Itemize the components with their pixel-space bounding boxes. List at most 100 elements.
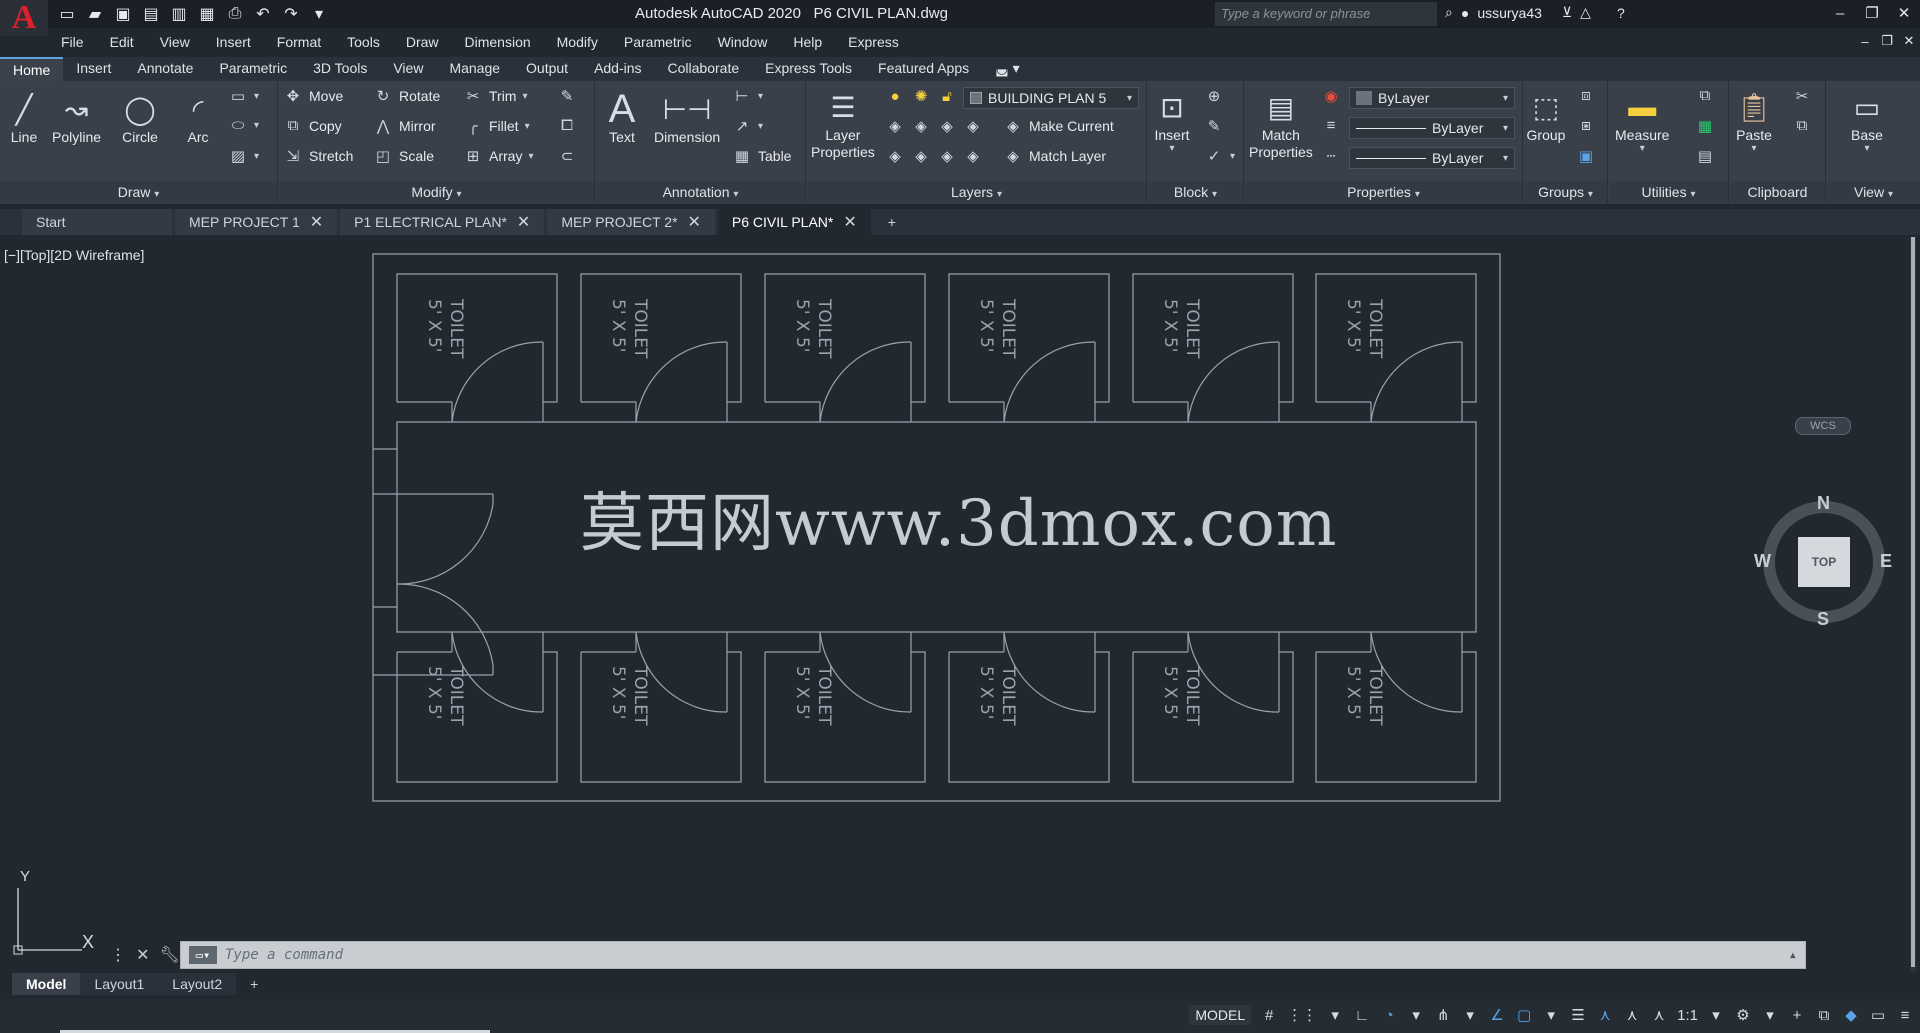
help-icon[interactable]: ? — [1617, 5, 1625, 21]
measure-button[interactable]: ▬ Measure ▾ — [1615, 87, 1669, 154]
polyline-button[interactable]: ↝ Polyline — [52, 89, 101, 146]
mirror-button[interactable]: ⋀ Mirror — [373, 117, 436, 135]
menu-draw[interactable]: Draw — [393, 34, 452, 50]
undo-icon[interactable]: ↶ — [252, 3, 274, 25]
tab-layout2[interactable]: Layout2 — [158, 973, 237, 995]
base-view-button[interactable]: ▭ Base ▾ — [1847, 87, 1887, 155]
model-space-toggle[interactable]: MODEL — [1189, 1005, 1252, 1025]
layer-dropdown[interactable]: BUILDING PLAN 5 ▾ — [963, 87, 1139, 109]
open-folder-icon[interactable]: ▰ — [84, 3, 106, 25]
properties-panel-title[interactable]: Properties ▾ — [1245, 181, 1522, 203]
menu-parametric[interactable]: Parametric — [611, 34, 705, 50]
tab-manage[interactable]: Manage — [436, 57, 513, 81]
polar-menu-caret-icon[interactable]: ▾ — [1407, 1002, 1425, 1028]
lineweight-toggle-icon[interactable]: ☰ — [1569, 1002, 1587, 1028]
annotation-scale-icon[interactable]: ⋏ — [1650, 1002, 1668, 1028]
annotation-visibility-icon[interactable]: ⋏ — [1596, 1002, 1614, 1028]
scroll-thumb[interactable] — [1911, 237, 1915, 967]
sun-icon[interactable]: ✺ — [911, 87, 931, 105]
close-tab-icon[interactable]: ✕ — [843, 212, 856, 232]
isolate-objects-icon[interactable]: ⧉ — [1815, 1002, 1833, 1028]
edit-attributes-button[interactable]: ✓ ▾ — [1204, 147, 1235, 165]
tab-mep-project-2[interactable]: MEP PROJECT 2* ✕ — [547, 209, 715, 235]
rotate-button[interactable]: ↻ Rotate — [373, 87, 441, 105]
block-panel-title[interactable]: Block ▾ — [1148, 181, 1243, 203]
object-snap-tracking-icon[interactable]: ∠ — [1488, 1002, 1506, 1028]
tab-view[interactable]: View — [380, 57, 436, 81]
tab-p6-civil-plan[interactable]: P6 CIVIL PLAN* ✕ — [717, 209, 871, 235]
viewcube[interactable]: N S E W TOP — [1754, 493, 1892, 629]
make-current-button[interactable]: ◈ Make Current — [1003, 117, 1114, 135]
lightbulb-icon[interactable]: ● — [885, 88, 905, 105]
command-input[interactable]: ▭▾ Type a command ▴ — [180, 941, 1806, 969]
table-button[interactable]: ▦ Table — [732, 147, 792, 165]
vertical-scrollbar[interactable] — [1910, 237, 1916, 972]
cart-icon[interactable]: ⊻ — [1562, 4, 1572, 21]
groups-panel-title[interactable]: Groups ▾ — [1524, 181, 1607, 203]
stretch-button[interactable]: ⇲ Stretch — [283, 147, 354, 165]
select-all-button[interactable]: ▦ — [1695, 117, 1715, 135]
save-as-icon[interactable]: ▤ — [140, 3, 162, 25]
restore-icon[interactable]: ❐ — [1856, 0, 1888, 26]
drawing-canvas[interactable]: [−][Top][2D Wireframe] TOILET 5' X 5' TOIL… — [0, 237, 1920, 972]
copy-button[interactable]: ⧉ Copy — [283, 117, 342, 134]
dimension-button[interactable]: ⊢⊣ Dimension — [654, 89, 720, 146]
tab-featured-apps[interactable]: Featured Apps — [865, 57, 982, 81]
color-wheel-icon[interactable]: ◉ — [1321, 87, 1341, 105]
new-file-icon[interactable]: ▭ — [56, 3, 78, 25]
array-button[interactable]: ⊞ Array ▾ — [463, 147, 534, 165]
snap-icon[interactable]: ⋮⋮ — [1287, 1002, 1317, 1028]
doc-restore-icon[interactable]: ❐ — [1876, 31, 1898, 51]
menu-format[interactable]: Format — [264, 34, 334, 50]
compass-west[interactable]: W — [1754, 551, 1771, 572]
draw-panel-title[interactable]: Draw ▾ — [0, 181, 277, 203]
command-history-caret-icon[interactable]: ▴ — [1789, 947, 1797, 963]
linetype-dropdown[interactable]: ByLayer ▾ — [1349, 147, 1515, 169]
grip-icon[interactable]: ⋮ — [110, 945, 126, 965]
match-layer-button[interactable]: ◈ Match Layer — [1003, 147, 1106, 165]
menu-window[interactable]: Window — [705, 34, 781, 50]
move-button[interactable]: ✥ Move — [283, 87, 344, 105]
add-layout-button[interactable]: + — [236, 973, 272, 995]
offset-button[interactable]: ⊂ — [557, 147, 577, 165]
leader-button[interactable]: ↗ ▾ — [732, 117, 763, 135]
qat-customize-icon[interactable]: ▾ — [308, 3, 330, 25]
calculator-button[interactable]: ▤ — [1695, 147, 1715, 165]
copy-clip-button[interactable]: ⧉ — [1792, 117, 1812, 134]
close-command-icon[interactable]: ✕ — [136, 945, 149, 965]
line-button[interactable]: ╱ Line — [4, 89, 44, 146]
search-input[interactable]: Type a keyword or phrase — [1215, 2, 1437, 26]
tab-annotate[interactable]: Annotate — [124, 57, 206, 81]
workspace-gear-icon[interactable]: ⚙ — [1734, 1002, 1752, 1028]
layer-properties-button[interactable]: ☰ Layer Properties — [811, 87, 875, 161]
tab-model[interactable]: Model — [12, 973, 81, 995]
menu-edit[interactable]: Edit — [97, 34, 147, 50]
edit-block-button[interactable]: ✎ — [1204, 117, 1224, 135]
linear-dimension-button[interactable]: ⊢ ▾ — [732, 87, 763, 105]
close-tab-icon[interactable]: ✕ — [310, 212, 323, 232]
clipboard-panel-title[interactable]: Clipboard — [1730, 181, 1825, 203]
quick-select-button[interactable]: ⧉ — [1695, 87, 1715, 104]
tab-layout1[interactable]: Layout1 — [80, 973, 159, 995]
layer-isolate-icon[interactable]: ◈ — [911, 117, 931, 135]
ungroup-button[interactable]: ⧈ — [1576, 87, 1596, 104]
recent-commands-icon[interactable]: ▭▾ — [189, 946, 217, 964]
layer-lock-icon[interactable]: ◈ — [963, 117, 983, 135]
snap-menu-caret-icon[interactable]: ▾ — [1326, 1002, 1344, 1028]
username-label[interactable]: ussurya43 — [1477, 5, 1542, 21]
isometric-icon[interactable]: ⋔ — [1434, 1002, 1452, 1028]
hardware-acceleration-icon[interactable]: ◆ — [1842, 1002, 1860, 1028]
tab-output[interactable]: Output — [513, 57, 581, 81]
fillet-button[interactable]: ╭ Fillet ▾ — [463, 117, 529, 135]
menu-modify[interactable]: Modify — [544, 34, 611, 50]
doc-close-icon[interactable]: ✕ — [1898, 31, 1920, 51]
modify-panel-title[interactable]: Modify ▾ — [279, 181, 594, 203]
tab-collaborate[interactable]: Collaborate — [655, 57, 753, 81]
lock-icon[interactable]: 🔓︎ — [937, 88, 957, 105]
utilities-panel-title[interactable]: Utilities ▾ — [1609, 181, 1728, 203]
menu-file[interactable]: File — [48, 34, 97, 50]
open-from-web-icon[interactable]: ▥ — [168, 3, 190, 25]
ribbon-minimize-icon[interactable]: ◛ ▾ — [982, 57, 1033, 81]
tab-express-tools[interactable]: Express Tools — [752, 57, 865, 81]
workspace-menu-caret-icon[interactable]: ▾ — [1761, 1002, 1779, 1028]
